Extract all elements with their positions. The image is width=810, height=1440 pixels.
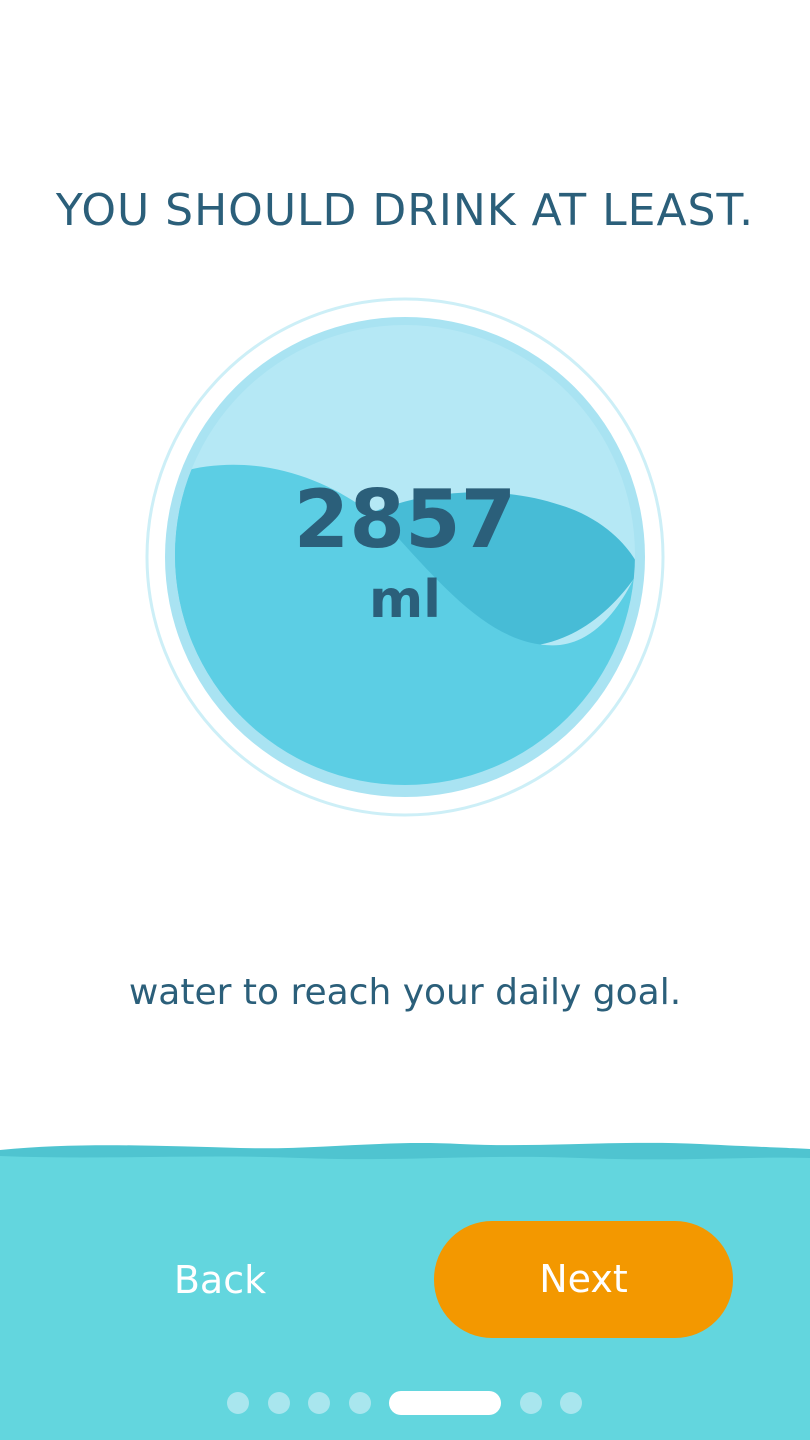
page-dot-current bbox=[389, 1391, 501, 1415]
goal-amount: 2857 bbox=[293, 473, 517, 566]
page-dot-1 bbox=[227, 1392, 249, 1414]
goal-description: water to reach your daily goal. bbox=[128, 972, 682, 1013]
water-goal-gauge: 2857 ml bbox=[140, 295, 670, 825]
onboarding-screen: YOU SHOULD DRINK AT LEAST. 2857 ml water… bbox=[0, 0, 810, 1440]
page-dot-4 bbox=[349, 1392, 371, 1414]
page-indicator bbox=[0, 1391, 810, 1415]
goal-unit: ml bbox=[368, 570, 441, 630]
page-dot-6 bbox=[520, 1392, 542, 1414]
page-dot-2 bbox=[268, 1392, 290, 1414]
page-title: YOU SHOULD DRINK AT LEAST. bbox=[55, 185, 755, 236]
page-dot-3 bbox=[308, 1392, 330, 1414]
page-dot-7 bbox=[560, 1392, 582, 1414]
back-button[interactable]: Back bbox=[100, 1222, 340, 1338]
next-button[interactable]: Next bbox=[434, 1221, 733, 1338]
